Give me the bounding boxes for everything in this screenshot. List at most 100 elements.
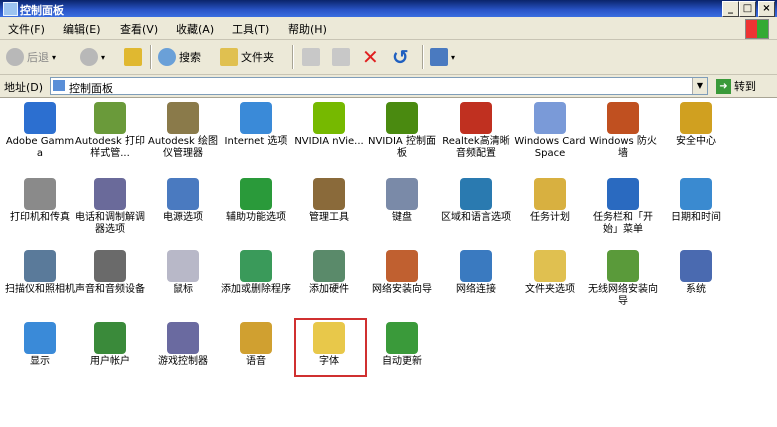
chevron-down-icon[interactable]: ▾ (52, 53, 56, 62)
address-label: 地址(D) (4, 81, 44, 94)
control-panel-item[interactable]: 显示 (4, 322, 76, 368)
control-panel-item[interactable]: 任务栏和「开始」菜单 (587, 178, 659, 236)
control-panel-item[interactable]: 电源选项 (147, 178, 219, 224)
control-panel-item[interactable]: 辅助功能选项 (220, 178, 292, 224)
control-panel-item-icon (386, 322, 418, 354)
go-button[interactable]: ➜ 转到 (716, 78, 756, 94)
control-panel-item[interactable]: 管理工具 (293, 178, 365, 224)
control-panel-item-label: Internet 选项 (224, 136, 288, 147)
control-panel-item-icon (24, 250, 56, 282)
control-panel-item-label: NVIDIA 控制面板 (368, 136, 436, 159)
control-panel-item[interactable]: 自动更新 (366, 322, 438, 368)
control-panel-item-label: 网络安装向导 (372, 284, 432, 295)
control-panel-icon (3, 2, 18, 16)
folder-up-icon (124, 48, 142, 66)
control-panel-item-label: 日期和时间 (671, 212, 721, 223)
control-panel-item-icon (386, 102, 418, 134)
control-panel-item[interactable]: Autodesk 打印样式管... (74, 102, 146, 160)
toolbar-separator (150, 45, 152, 69)
menu-favorites[interactable]: 收藏(A) (176, 21, 214, 37)
control-panel-item[interactable]: 添加或删除程序 (220, 250, 292, 296)
menu-view[interactable]: 查看(V) (120, 21, 158, 37)
control-panel-item[interactable]: Windows 防火墙 (587, 102, 659, 160)
control-panel-item[interactable]: 用户帐户 (74, 322, 146, 368)
control-panel-item[interactable]: 文件夹选项 (514, 250, 586, 296)
control-panel-item-label: Adobe Gamma (5, 136, 75, 159)
control-panel-item-icon (313, 250, 345, 282)
control-panel-item-icon (24, 102, 56, 134)
control-panel-item[interactable]: 安全中心 (660, 102, 732, 148)
control-panel-item[interactable]: 打印机和传真 (4, 178, 76, 224)
control-panel-item-icon (607, 102, 639, 134)
address-dropdown-button[interactable]: ▼ (692, 78, 707, 94)
menu-file[interactable]: 文件(F) (8, 21, 45, 37)
control-panel-item[interactable]: NVIDIA nVie... (293, 102, 365, 148)
control-panel-item[interactable]: 无线网络安装向导 (587, 250, 659, 308)
menu-edit[interactable]: 编辑(E) (63, 21, 101, 37)
control-panel-item[interactable]: 日期和时间 (660, 178, 732, 224)
title-bar: 控制面板 _ □ × (0, 0, 777, 17)
control-panel-item-icon (680, 102, 712, 134)
control-panel-item-icon (240, 322, 272, 354)
control-panel-item[interactable]: Realtek高清晰音频配置 (440, 102, 512, 160)
address-bar: 地址(D) 控制面板 ▼ ➜ 转到 (0, 75, 777, 98)
delete-button[interactable]: ✕ (362, 46, 379, 68)
control-panel-item-label: NVIDIA nVie... (294, 136, 364, 147)
control-panel-item-icon (167, 322, 199, 354)
control-panel-item[interactable]: 添加硬件 (293, 250, 365, 296)
toolbar-separator (292, 45, 294, 69)
control-panel-item[interactable]: 系统 (660, 250, 732, 296)
forward-button[interactable]: ▾ (80, 46, 105, 68)
undo-button[interactable]: ↺ (392, 46, 409, 68)
control-panel-item[interactable]: 扫描仪和照相机 (4, 250, 76, 296)
control-panel-item[interactable]: 网络安装向导 (366, 250, 438, 296)
go-arrow-icon: ➜ (716, 78, 731, 94)
control-panel-item[interactable]: 声音和音频设备 (74, 250, 146, 296)
control-panel-item-icon (386, 250, 418, 282)
control-panel-item[interactable]: NVIDIA 控制面板 (366, 102, 438, 160)
menu-tools[interactable]: 工具(T) (232, 21, 269, 37)
copy-to-button[interactable] (332, 46, 350, 68)
control-panel-item[interactable]: Adobe Gamma (4, 102, 76, 160)
control-panel-item[interactable]: 键盘 (366, 178, 438, 224)
control-panel-item-icon (607, 178, 639, 210)
control-panel-item-label: 扫描仪和照相机 (5, 284, 75, 295)
control-panel-item-icon (460, 178, 492, 210)
control-panel-item[interactable]: Autodesk 绘图仪管理器 (147, 102, 219, 160)
maximize-button[interactable]: □ (739, 1, 756, 17)
close-button[interactable]: × (758, 1, 775, 17)
search-icon (158, 48, 176, 66)
control-panel-item[interactable]: 语音 (220, 322, 292, 368)
control-panel-item[interactable]: 电话和调制解调器选项 (74, 178, 146, 236)
control-panel-item-icon (313, 178, 345, 210)
address-input[interactable]: 控制面板 ▼ (50, 77, 708, 95)
control-panel-item-icon (167, 102, 199, 134)
minimize-button[interactable]: _ (722, 1, 739, 17)
control-panel-item-icon (460, 102, 492, 134)
control-panel-item-label: 电源选项 (163, 212, 203, 223)
chevron-down-icon[interactable]: ▾ (451, 53, 455, 62)
toolbar: 后退 ▾ ▾ 搜索 文件夹 ✕ ↺ ▾ (0, 40, 777, 75)
up-button[interactable] (124, 46, 142, 68)
control-panel-item[interactable]: Internet 选项 (220, 102, 292, 148)
move-to-button[interactable] (302, 46, 320, 68)
control-panel-item-icon (167, 250, 199, 282)
move-to-icon (302, 48, 320, 66)
control-panel-item[interactable]: 网络连接 (440, 250, 512, 296)
copy-to-icon (332, 48, 350, 66)
control-panel-item[interactable]: 任务计划 (514, 178, 586, 224)
control-panel-item-icon (534, 102, 566, 134)
chevron-down-icon[interactable]: ▾ (101, 53, 105, 62)
search-button[interactable]: 搜索 (158, 46, 201, 68)
control-panel-item[interactable]: 游戏控制器 (147, 322, 219, 368)
control-panel-item[interactable]: Windows CardSpace (514, 102, 586, 160)
views-button[interactable]: ▾ (430, 46, 455, 68)
control-panel-item-label: Windows 防火墙 (589, 136, 657, 159)
folders-button[interactable]: 文件夹 (220, 46, 274, 68)
control-panel-item-icon (94, 178, 126, 210)
control-panel-item[interactable]: 鼠标 (147, 250, 219, 296)
control-panel-item-icon (94, 102, 126, 134)
control-panel-item[interactable]: 区域和语言选项 (440, 178, 512, 224)
menu-help[interactable]: 帮助(H) (288, 21, 327, 37)
back-button[interactable]: 后退 ▾ (6, 46, 56, 68)
